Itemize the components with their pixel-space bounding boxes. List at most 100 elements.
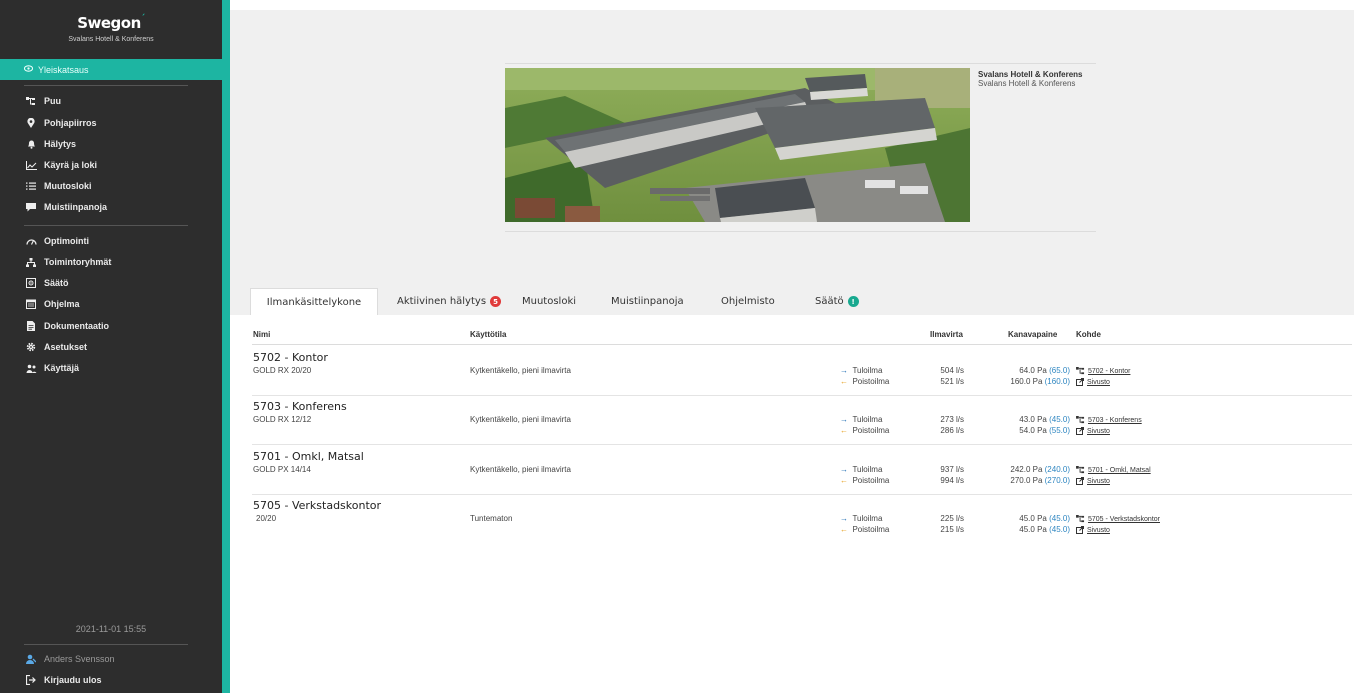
site-link[interactable]: Sivusto (1087, 379, 1110, 386)
site-link-row[interactable]: Sivusto (1076, 426, 1110, 435)
user-icon (24, 654, 38, 664)
sidebar-item-label: Muistiinpanoja (44, 202, 107, 212)
unit-name[interactable]: 5701 - Omkl, Matsal (253, 450, 364, 463)
site-link-row[interactable]: Sivusto (1076, 476, 1110, 485)
sidebar-item-dokumentaatio[interactable]: Dokumentaatio (24, 317, 109, 335)
supply-airflow: 937 l/s (940, 465, 964, 474)
site-link[interactable]: Sivusto (1087, 527, 1110, 534)
tree-icon (1076, 366, 1085, 375)
sidebar-divider (24, 644, 188, 645)
list-icon (24, 182, 38, 190)
tab-ilmankasittelykone[interactable]: Ilmankäsittelykone (250, 288, 378, 315)
exhaust-airflow: 521 l/s (940, 377, 964, 386)
arrow-left-icon: ← (840, 426, 848, 435)
unit-name[interactable]: 5705 - Verkstadskontor (253, 499, 381, 512)
tab-aktiivinen-halytys[interactable]: Aktiivinen hälytys 5 (397, 288, 502, 315)
unit-name[interactable]: 5703 - Konferens (253, 400, 347, 413)
column-header-operation[interactable]: Käyttötila (470, 330, 506, 339)
site-link-row[interactable]: Sivusto (1076, 377, 1110, 386)
column-header-name[interactable]: Nimi (253, 330, 270, 339)
logout-button[interactable]: Kirjaudu ulos (24, 675, 102, 685)
tab-muutosloki[interactable]: Muutosloki (522, 288, 576, 315)
brand-site-name: Svalans Hotell & Konferens (68, 36, 154, 43)
site-link[interactable]: Sivusto (1087, 428, 1110, 435)
exhaust-pressure: 54.0 Pa (55.0) (1019, 426, 1070, 435)
sidebar-divider (24, 225, 188, 226)
tree-icon (1076, 415, 1085, 424)
target-link[interactable]: 5705 - Verkstadskontor (1088, 516, 1160, 523)
tab-label: Säätö (815, 296, 844, 307)
target-link[interactable]: 5701 - Omkl, Matsal (1088, 467, 1151, 474)
supply-air-label: → Tuloilma (840, 415, 883, 424)
exhaust-airflow: 215 l/s (940, 525, 964, 534)
header-divider (252, 344, 1352, 345)
sidebar-item-optimointi[interactable]: Optimointi (24, 232, 89, 250)
sidebar-item-yleiskatsaus[interactable]: Yleiskatsaus (0, 59, 222, 80)
comment-icon (24, 202, 38, 212)
user-name: Anders Svensson (44, 654, 115, 664)
exhaust-air-label: ← Poistoilma (840, 476, 890, 485)
arrow-left-icon: ← (840, 476, 848, 485)
sidebar-item-muistiinpanoja[interactable]: Muistiinpanoja (24, 198, 107, 216)
sidebar-item-toimintoryhmat[interactable]: Toimintoryhmät (24, 253, 111, 271)
exhaust-pressure: 270.0 Pa (270.0) (1010, 476, 1070, 485)
eye-icon (24, 65, 33, 72)
external-link-icon (1076, 377, 1084, 386)
tab-saato[interactable]: Säätö ! (815, 288, 859, 315)
unit-model: GOLD PX 14/14 (253, 465, 311, 474)
sign-out-icon (24, 675, 38, 685)
unit-name[interactable]: 5702 - Kontor (253, 351, 328, 364)
tab-label: Muistiinpanoja (611, 296, 684, 307)
tab-label: Aktiivinen hälytys (397, 296, 487, 307)
column-header-pressure[interactable]: Kanavapaine (1008, 330, 1057, 339)
sidebar-item-ohjelma[interactable]: Ohjelma (24, 295, 80, 313)
target-link-row[interactable]: 5705 - Verkstadskontor (1076, 514, 1160, 523)
brand-logo[interactable]: Swegon´ (0, 14, 222, 32)
sidebar-item-asetukset[interactable]: Asetukset (24, 338, 87, 356)
supply-pressure: 242.0 Pa (240.0) (1010, 465, 1070, 474)
exhaust-air-label: ← Poistoilma (840, 426, 890, 435)
sidebar-item-label: Käyttäjä (44, 363, 80, 373)
site-link-row[interactable]: Sivusto (1076, 525, 1110, 534)
arrow-right-icon: → (840, 366, 848, 375)
info-badge: ! (847, 296, 859, 307)
sidebar-item-label: Asetukset (44, 342, 88, 352)
sidebar-item-halytys[interactable]: Hälytys (24, 135, 76, 153)
target-link-row[interactable]: 5702 - Kontor (1076, 366, 1130, 375)
tab-muistiinpanoja[interactable]: Muistiinpanoja (611, 288, 684, 315)
target-link[interactable]: 5703 - Konferens (1088, 417, 1142, 424)
sidebar-item-pohjapiirros[interactable]: Pohjapiirros (24, 114, 97, 132)
target-link-row[interactable]: 5703 - Konferens (1076, 415, 1142, 424)
control-panel-icon (24, 278, 38, 288)
unit-model: GOLD RX 12/12 (253, 415, 312, 424)
supply-pressure: 64.0 Pa (65.0) (1019, 366, 1070, 375)
sidebar-item-puu[interactable]: Puu (24, 92, 61, 110)
target-link-row[interactable]: 5701 - Omkl, Matsal (1076, 465, 1151, 474)
column-header-target[interactable]: Kohde (1076, 330, 1101, 339)
arrow-right-icon: → (840, 514, 848, 523)
supply-setpoint: (240.0) (1044, 465, 1070, 474)
sidebar-item-muutosloki[interactable]: Muutosloki (24, 177, 92, 195)
arrow-left-icon: ← (840, 377, 848, 386)
banner-divider (505, 63, 1096, 64)
exhaust-setpoint: (270.0) (1044, 476, 1070, 485)
supply-pressure: 45.0 Pa (45.0) (1019, 514, 1070, 523)
sidebar-accent-bar (222, 0, 230, 693)
site-link[interactable]: Sivusto (1087, 478, 1110, 485)
supply-airflow: 504 l/s (940, 366, 964, 375)
brand: Swegon´ Svalans Hotell & Konferens (0, 14, 222, 43)
sidebar: Swegon´ Svalans Hotell & Konferens Yleis… (0, 0, 222, 693)
current-user[interactable]: Anders Svensson (24, 654, 115, 664)
sidebar-item-kayttaja[interactable]: Käyttäjä (24, 359, 79, 377)
exhaust-air-label: ← Poistoilma (840, 525, 890, 534)
column-header-airflow[interactable]: Ilmavirta (930, 330, 963, 339)
sidebar-item-label: Muutosloki (44, 181, 92, 191)
tab-ohjelmisto[interactable]: Ohjelmisto (721, 288, 775, 315)
target-link[interactable]: 5702 - Kontor (1088, 368, 1130, 375)
operation-mode: Kytkentäkello, pieni ilmavirta (470, 465, 571, 474)
external-link-icon (1076, 426, 1084, 435)
sidebar-item-kayra-ja-loki[interactable]: Käyrä ja loki (24, 156, 97, 174)
supply-air-label: → Tuloilma (840, 465, 883, 474)
row-divider (252, 395, 1352, 396)
sidebar-item-saato[interactable]: Säätö (24, 274, 69, 292)
